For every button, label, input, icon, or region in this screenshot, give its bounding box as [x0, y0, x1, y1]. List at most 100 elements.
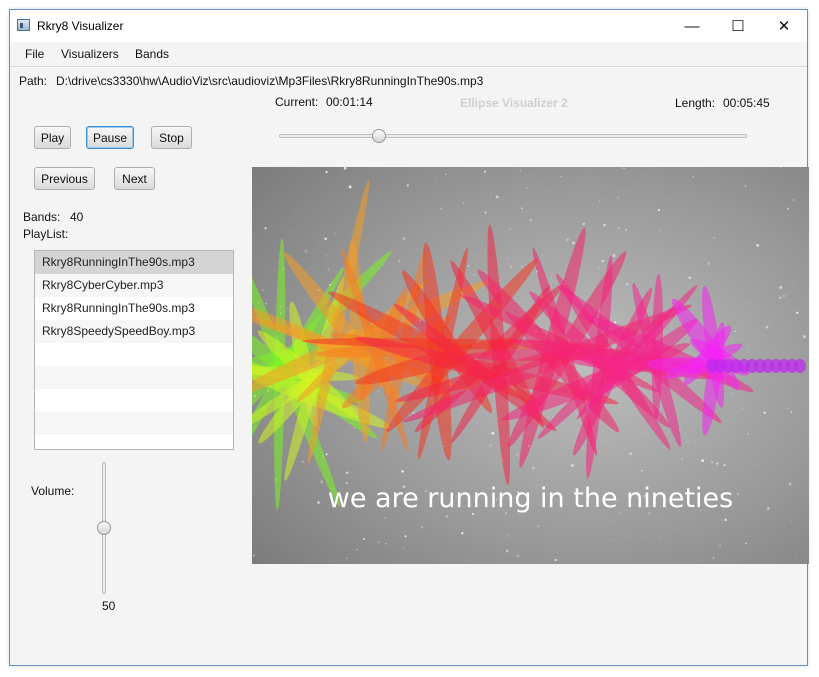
- noise-speck: [377, 541, 380, 543]
- noise-speck: [554, 558, 557, 562]
- minimize-button[interactable]: —: [669, 10, 715, 42]
- menu-bands[interactable]: Bands: [135, 47, 169, 61]
- noise-speck: [691, 220, 693, 222]
- noise-speck: [327, 268, 330, 271]
- progress-slider-track[interactable]: [279, 134, 747, 138]
- noise-speck: [505, 549, 509, 553]
- window-title: Rkry8 Visualizer: [37, 19, 124, 33]
- noise-speck: [582, 222, 585, 226]
- noise-speck: [348, 185, 352, 189]
- noise-speck: [484, 170, 487, 173]
- volume-slider-thumb[interactable]: [97, 521, 111, 535]
- current-time-value: 00:01:14: [326, 95, 373, 109]
- noise-speck: [577, 428, 580, 431]
- noise-speck: [507, 257, 509, 259]
- noise-speck: [402, 237, 406, 240]
- path-value: D:\drive\cs3330\hw\AudioViz\src\audioviz…: [56, 74, 484, 88]
- noise-speck: [802, 335, 806, 339]
- path-label: Path:: [19, 74, 48, 88]
- noise-speck: [657, 208, 661, 212]
- noise-speck: [794, 237, 796, 239]
- noise-speck: [617, 227, 621, 230]
- noise-speck: [688, 276, 691, 279]
- noise-speck: [384, 517, 386, 519]
- noise-speck: [526, 187, 528, 189]
- noise-speck: [660, 536, 662, 538]
- noise-speck: [416, 248, 417, 249]
- noise-speck: [640, 469, 643, 472]
- noise-speck: [647, 434, 649, 435]
- noise-speck: [626, 283, 629, 286]
- noise-speck: [297, 223, 298, 225]
- playlist-item[interactable]: Rkry8RunningInThe90s.mp3: [35, 251, 233, 274]
- noise-speck: [346, 557, 348, 560]
- next-button[interactable]: Next: [114, 167, 155, 190]
- noise-speck: [597, 267, 600, 269]
- noise-speck: [491, 431, 495, 435]
- play-button[interactable]: Play: [34, 126, 71, 149]
- noise-speck: [780, 466, 782, 468]
- noise-speck: [467, 265, 469, 267]
- noise-speck: [757, 465, 759, 467]
- current-time-label: Current:: [275, 95, 319, 109]
- noise-speck: [556, 297, 558, 299]
- playlist-empty-row: [35, 366, 233, 389]
- noise-speck: [763, 411, 766, 415]
- noise-speck: [616, 169, 617, 171]
- noise-speck: [415, 563, 417, 564]
- pause-button[interactable]: Pause: [86, 126, 134, 149]
- noise-speck: [507, 534, 510, 537]
- noise-speck: [550, 277, 552, 279]
- noise-speck: [440, 207, 443, 210]
- maximize-button[interactable]: ☐: [715, 10, 761, 42]
- playlist-item[interactable]: Rkry8RunningInThe90s.mp3: [35, 297, 233, 320]
- noise-speck: [680, 458, 684, 461]
- progress-slider-thumb[interactable]: [372, 129, 387, 143]
- noise-speck: [343, 167, 347, 170]
- close-button[interactable]: ✕: [761, 10, 807, 42]
- maximize-icon: ☐: [731, 18, 745, 35]
- close-icon: ✕: [777, 18, 791, 35]
- noise-speck: [421, 526, 424, 529]
- noise-speck: [397, 259, 401, 263]
- app-window: Rkry8 Visualizer — ☐ ✕ File Visualizers …: [9, 9, 809, 666]
- noise-speck: [461, 532, 464, 535]
- noise-speck: [606, 426, 608, 428]
- noise-speck: [473, 279, 474, 280]
- noise-speck: [402, 547, 405, 550]
- noise-speck: [490, 532, 492, 533]
- stop-button[interactable]: Stop: [151, 126, 192, 149]
- noise-speck: [609, 539, 611, 541]
- playlist[interactable]: Rkry8RunningInThe90s.mp3 Rkry8CyberCyber…: [34, 250, 234, 450]
- menu-visualizers[interactable]: Visualizers: [61, 47, 119, 61]
- noise-speck: [746, 350, 749, 353]
- noise-speck: [724, 179, 726, 180]
- menu-file[interactable]: File: [25, 47, 44, 61]
- noise-speck: [472, 273, 475, 276]
- noise-speck: [719, 544, 721, 547]
- noise-speck: [745, 542, 747, 545]
- noise-speck: [385, 543, 387, 545]
- noise-speck: [711, 461, 714, 463]
- noise-speck: [643, 172, 645, 174]
- noise-speck: [572, 241, 575, 245]
- lyric-text: we are running in the nineties: [327, 483, 734, 514]
- length-label: Length:: [675, 96, 716, 110]
- noise-speck: [723, 464, 726, 467]
- noise-speck: [362, 537, 366, 541]
- noise-speck: [264, 302, 267, 305]
- noise-speck: [541, 255, 543, 257]
- noise-speck: [545, 540, 547, 542]
- playlist-item[interactable]: Rkry8SpeedySpeedBoy.mp3: [35, 320, 233, 343]
- noise-speck: [756, 243, 760, 247]
- noise-speck: [598, 200, 601, 203]
- noise-speck: [707, 262, 711, 266]
- playlist-item[interactable]: Rkry8CyberCyber.mp3: [35, 274, 233, 297]
- volume-label: Volume:: [31, 484, 75, 498]
- previous-button[interactable]: Previous: [34, 167, 95, 190]
- noise-speck: [792, 198, 795, 202]
- title-bar[interactable]: Rkry8 Visualizer — ☐ ✕: [10, 10, 807, 42]
- noise-speck: [293, 209, 296, 212]
- noise-speck: [713, 237, 716, 239]
- noise-speck: [445, 173, 447, 175]
